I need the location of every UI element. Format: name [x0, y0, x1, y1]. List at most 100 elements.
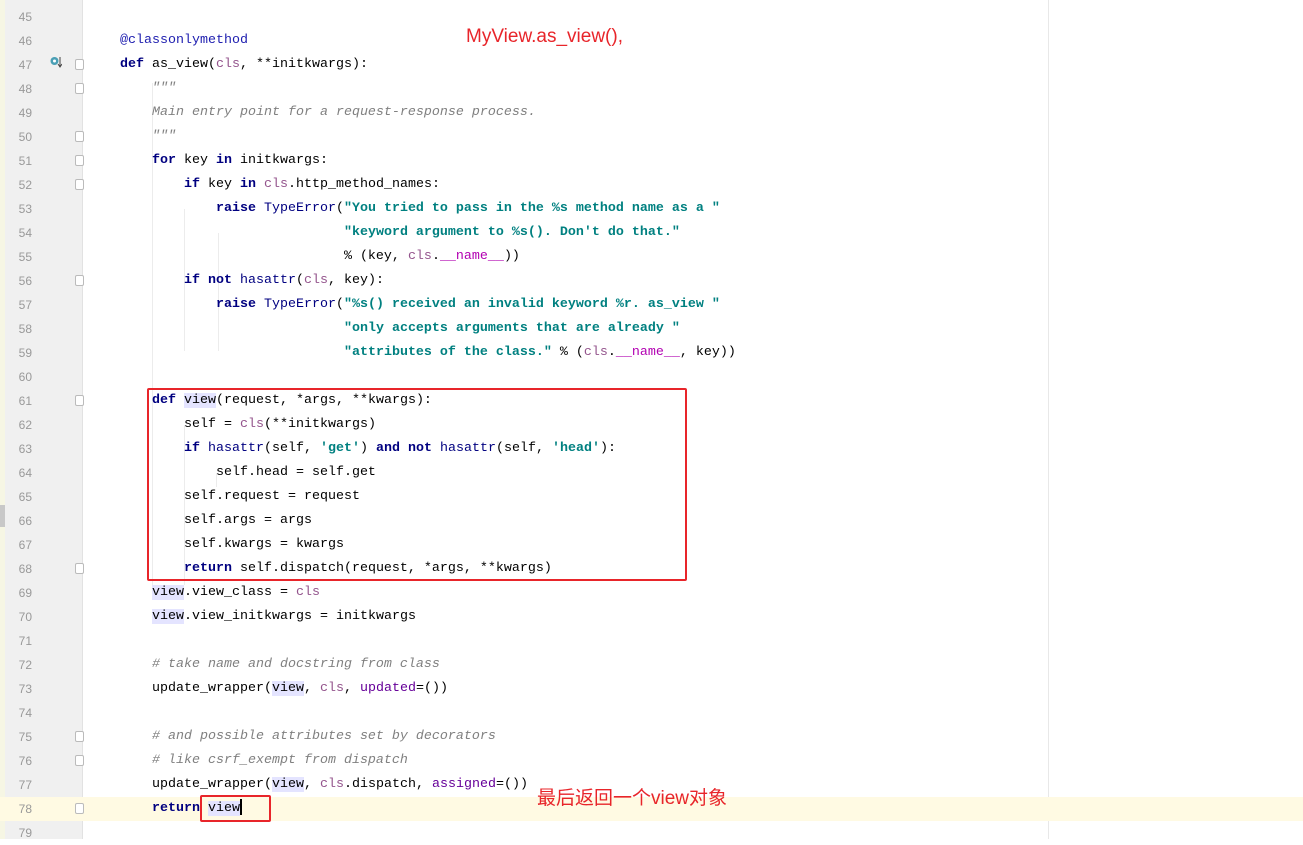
code-line[interactable]: 46 @classonlymethod	[0, 29, 1303, 53]
code-line[interactable]: 50 """	[0, 125, 1303, 149]
code-token: ,	[303, 681, 320, 696]
code-line[interactable]: 58 "only accepts arguments that are alre…	[0, 317, 1303, 341]
code-token: cls	[303, 273, 328, 288]
fold-marker-icon[interactable]	[75, 155, 84, 166]
fold-marker-icon[interactable]	[75, 83, 84, 94]
code-line[interactable]: 49 Main entry point for a request-respon…	[0, 101, 1303, 125]
code-token: "attributes of the class."	[343, 345, 552, 360]
fold-marker-icon[interactable]	[75, 275, 84, 286]
code-token: % (	[551, 345, 584, 360]
override-method-icon[interactable]	[50, 56, 62, 68]
code-token: (	[335, 201, 344, 216]
code-token: raise	[88, 297, 264, 312]
annotation-return-view: 最后返回一个view对象	[537, 788, 728, 809]
line-number: 62	[18, 418, 32, 432]
code-token: __name__	[615, 345, 680, 360]
fold-marker-icon[interactable]	[75, 131, 84, 142]
fold-marker-icon[interactable]	[75, 59, 84, 70]
code-token: cls	[295, 585, 320, 600]
code-token: % (key,	[88, 249, 408, 264]
code-text: raise TypeError("You tried to pass in th…	[88, 197, 720, 221]
line-number: 73	[18, 682, 32, 696]
code-token: .http_method_names:	[287, 177, 440, 192]
code-line[interactable]: 55 % (key, cls.__name__))	[0, 245, 1303, 269]
code-token: .	[431, 249, 440, 264]
line-number: 47	[18, 58, 32, 72]
code-line[interactable]: 53 raise TypeError("You tried to pass in…	[0, 197, 1303, 221]
code-token: cls	[216, 57, 240, 72]
code-text: view.view_initkwargs = initkwargs	[88, 605, 416, 629]
code-token: # take name and docstring from class	[88, 657, 440, 672]
code-line[interactable]: 56 if not hasattr(cls, key):	[0, 269, 1303, 293]
code-text: def as_view(cls, **initkwargs):	[88, 53, 368, 77]
line-number: 49	[18, 106, 32, 120]
fold-marker-icon[interactable]	[75, 731, 84, 742]
code-text: update_wrapper(view, cls.dispatch, assig…	[88, 773, 528, 797]
code-text: update_wrapper(view, cls, updated=())	[88, 677, 448, 701]
line-number: 74	[18, 706, 32, 720]
code-line[interactable]: 72 # take name and docstring from class	[0, 653, 1303, 677]
code-token: view	[152, 609, 184, 624]
code-line[interactable]: 51 for key in initkwargs:	[0, 149, 1303, 173]
code-token: for	[88, 153, 184, 168]
code-line[interactable]: 70 view.view_initkwargs = initkwargs	[0, 605, 1303, 629]
code-line[interactable]: 52 if key in cls.http_method_names:	[0, 173, 1303, 197]
code-token: view	[152, 585, 184, 600]
fold-marker-icon[interactable]	[75, 803, 84, 814]
code-line[interactable]: 48 """	[0, 77, 1303, 101]
code-line[interactable]: 57 raise TypeError("%s() received an inv…	[0, 293, 1303, 317]
code-token: .view_initkwargs = initkwargs	[184, 609, 416, 624]
code-text: view.view_class = cls	[88, 581, 320, 605]
code-token: Main entry point for a request-response …	[88, 105, 536, 120]
code-line[interactable]: 45	[0, 5, 1303, 29]
code-text: "attributes of the class." % (cls.__name…	[88, 341, 736, 365]
code-text: for key in initkwargs:	[88, 149, 328, 173]
code-text: @classonlymethod	[88, 29, 248, 53]
code-line[interactable]: 76 # like csrf_exempt from dispatch	[0, 749, 1303, 773]
code-line[interactable]: 71	[0, 629, 1303, 653]
line-number: 78	[18, 802, 32, 816]
code-token: .view_class =	[184, 585, 296, 600]
code-token: .	[607, 345, 616, 360]
line-number: 67	[18, 538, 32, 552]
code-token: hasattr	[239, 273, 296, 288]
code-line[interactable]: 69 view.view_class = cls	[0, 581, 1303, 605]
code-token: "You tried to pass in the %s method name…	[343, 201, 720, 216]
code-line[interactable]: 73 update_wrapper(view, cls, updated=())	[0, 677, 1303, 701]
code-line[interactable]: 60	[0, 365, 1303, 389]
line-number: 56	[18, 274, 32, 288]
code-line[interactable]: 59 "attributes of the class." % (cls.__n…	[0, 341, 1303, 365]
code-text: # take name and docstring from class	[88, 653, 440, 677]
code-token: cls	[407, 249, 432, 264]
line-number: 59	[18, 346, 32, 360]
code-line[interactable]: 47 def as_view(cls, **initkwargs):	[0, 53, 1303, 77]
fold-marker-icon[interactable]	[75, 179, 84, 190]
code-line[interactable]: 74	[0, 701, 1303, 725]
line-number: 58	[18, 322, 32, 336]
code-token: assigned	[431, 777, 496, 792]
code-token: updated	[359, 681, 416, 696]
code-token: cls	[583, 345, 608, 360]
code-line[interactable]: 75 # and possible attributes set by deco…	[0, 725, 1303, 749]
code-token: , key))	[679, 345, 736, 360]
code-token: if not	[88, 273, 240, 288]
code-token: TypeError	[263, 201, 336, 216]
code-token: # and possible attributes set by decorat…	[88, 729, 496, 744]
code-token: key	[207, 177, 240, 192]
fold-marker-icon[interactable]	[75, 755, 84, 766]
code-line[interactable]: 79	[0, 821, 1303, 845]
fold-marker-icon[interactable]	[75, 563, 84, 574]
code-token: # like csrf_exempt from dispatch	[88, 753, 408, 768]
code-token: """	[88, 81, 176, 96]
code-token: "only accepts arguments that are already…	[343, 321, 680, 336]
code-line[interactable]: 54 "keyword argument to %s(). Don't do t…	[0, 221, 1303, 245]
fold-marker-icon[interactable]	[75, 395, 84, 406]
line-number: 54	[18, 226, 32, 240]
line-number: 57	[18, 298, 32, 312]
line-number: 48	[18, 82, 32, 96]
